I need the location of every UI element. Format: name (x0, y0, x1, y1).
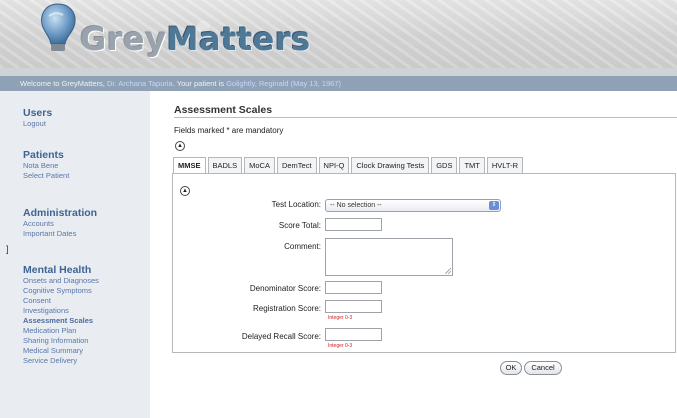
sidebar-link-onsets-diagnoses[interactable]: Onsets and Diagnoses (23, 276, 99, 286)
sidebar-link-assessment-scales[interactable]: Assessment Scales (23, 316, 99, 326)
delayed-recall-score-input[interactable] (325, 328, 382, 341)
tab-demtect[interactable]: DemTect (276, 157, 317, 173)
doctor-name-link[interactable]: Dr. Archana Tapuria (107, 79, 173, 88)
test-location-value: -- No selection -- (330, 202, 382, 209)
delayed-recall-score-label: Delayed Recall Score: (241, 332, 321, 341)
tab-moca[interactable]: MoCA (244, 157, 275, 173)
logo-text-matters: Matters (166, 20, 311, 58)
select-arrows-icon: ⇕ (489, 201, 499, 210)
test-location-select[interactable]: -- No selection -- ⇕ (325, 199, 501, 212)
sidebar-link-medication-plan[interactable]: Medication Plan (23, 326, 99, 336)
title-divider (174, 117, 677, 118)
sidebar-heading-patients: Patients (23, 149, 64, 161)
tab-badls[interactable]: BADLS (207, 157, 243, 173)
logo-text-grey: Grey (80, 20, 167, 58)
sidebar-link-logout[interactable]: Logout (23, 119, 52, 129)
cancel-button[interactable]: Cancel (524, 361, 562, 375)
delayed-recall-score-hint: Integer 0-3 (328, 343, 353, 349)
welcome-bar: Welcome to GreyMatters, Dr. Archana Tapu… (0, 76, 677, 91)
patient-name-link[interactable]: Golightly, Reginald (May 13, 1967) (226, 79, 341, 88)
form-collapse-chevron-up-circle-icon[interactable]: ▲ (180, 186, 190, 196)
sidebar-link-sharing-information[interactable]: Sharing Information (23, 336, 99, 346)
app-header: GreyMatters (0, 0, 677, 68)
sidebar-link-investigations[interactable]: Investigations (23, 306, 99, 316)
sidebar-link-important-dates[interactable]: Important Dates (23, 229, 97, 239)
test-location-label: Test Location: (271, 200, 321, 209)
assessment-tabs: MMSE BADLS MoCA DemTect NPI-Q Clock Draw… (173, 157, 525, 174)
tab-clock-drawing-tests[interactable]: Clock Drawing Tests (351, 157, 430, 173)
page-title: Assessment Scales (174, 104, 273, 116)
sidebar-heading-mental-health: Mental Health (23, 264, 92, 276)
sidebar-section-administration: Administration Accounts Important Dates (23, 207, 97, 239)
sidebar-link-service-delivery[interactable]: Service Delivery (23, 356, 99, 366)
sidebar-link-nota-bene[interactable]: Nota Bene (23, 161, 69, 171)
comment-textarea[interactable] (325, 238, 453, 276)
sidebar: Users Logout Patients Nota Bene Select P… (0, 91, 150, 418)
main-content: Assessment Scales Fields marked * are ma… (150, 91, 677, 418)
score-total-input[interactable] (325, 218, 382, 231)
tab-mmse[interactable]: MMSE (173, 157, 206, 173)
mandatory-note: Fields marked * are mandatory (174, 126, 284, 135)
header-divider (0, 68, 677, 76)
stray-bracket: ] (6, 244, 9, 254)
tab-hvlt-r[interactable]: HVLT-R (486, 157, 524, 173)
score-total-label: Score Total: (278, 221, 321, 230)
sidebar-heading-administration: Administration (23, 207, 98, 219)
registration-score-input[interactable] (325, 300, 382, 313)
tab-gds[interactable]: GDS (431, 157, 458, 173)
comment-label: Comment: (284, 242, 321, 251)
sidebar-link-select-patient[interactable]: Select Patient (23, 171, 69, 181)
sidebar-link-cognitive-symptoms[interactable]: Cognitive Symptoms (23, 286, 99, 296)
chevron-up-circle-icon[interactable]: ▲ (175, 141, 185, 151)
denominator-score-input[interactable] (325, 281, 382, 294)
ok-button[interactable]: OK (500, 361, 522, 375)
sidebar-link-medical-summary[interactable]: Medical Summary (23, 346, 99, 356)
denominator-score-label: Denominator Score: (249, 284, 321, 293)
logo-brain-icon (41, 3, 76, 51)
registration-score-hint: Integer 0-3 (328, 315, 353, 321)
tab-tmt[interactable]: TMT (459, 157, 485, 173)
logo-wordmark: GreyMatters (80, 20, 311, 58)
welcome-middle: . Your patient is (172, 79, 227, 88)
resize-grip-icon[interactable] (445, 268, 451, 274)
sidebar-section-users: Users Logout (23, 107, 52, 129)
sidebar-section-mental-health: Mental Health Onsets and Diagnoses Cogni… (23, 264, 99, 366)
sidebar-link-consent[interactable]: Consent (23, 296, 99, 306)
tab-npi-q[interactable]: NPI-Q (318, 157, 350, 173)
sidebar-section-patients: Patients Nota Bene Select Patient (23, 149, 69, 181)
sidebar-heading-users: Users (23, 107, 53, 119)
sidebar-link-accounts[interactable]: Accounts (23, 219, 97, 229)
welcome-prefix: Welcome to GreyMatters, (20, 79, 107, 88)
registration-score-label: Registration Score: (252, 304, 321, 313)
